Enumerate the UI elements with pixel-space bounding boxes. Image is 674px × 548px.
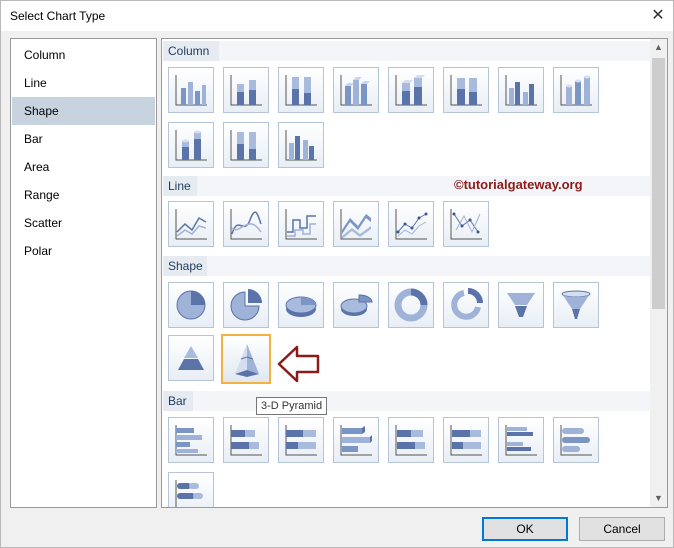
column-chart-icon[interactable]: [168, 67, 214, 113]
section-header-shape: Shape: [163, 256, 651, 276]
3d-stacked-cylinder-bar-chart-icon[interactable]: [168, 472, 214, 507]
title-bar: Select Chart Type ✕: [1, 1, 673, 31]
3d-exploded-pie-chart-icon[interactable]: [333, 282, 379, 328]
scatter-with-lines-chart-icon[interactable]: [443, 201, 489, 247]
category-area[interactable]: Area: [12, 153, 155, 181]
section-label: Line: [168, 179, 191, 193]
stacked-column-chart-icon[interactable]: [223, 67, 269, 113]
pyramid-chart-icon[interactable]: [168, 335, 214, 381]
3d-clustered-cylinder-chart-icon[interactable]: [278, 122, 324, 168]
exploded-pie-chart-icon[interactable]: [223, 282, 269, 328]
watermark: ©tutorialgateway.org: [454, 177, 583, 192]
annotation-arrow-icon: [277, 345, 320, 383]
scroll-down-icon[interactable]: ▼: [650, 490, 667, 507]
doughnut-chart-icon[interactable]: [388, 282, 434, 328]
scroll-thumb[interactable]: [652, 58, 665, 309]
3d-stacked-cylinder-chart-icon[interactable]: [168, 122, 214, 168]
3d-stacked-column-chart-icon[interactable]: [388, 67, 434, 113]
stacked-bar-chart-icon[interactable]: [223, 417, 269, 463]
section-label: Bar: [168, 394, 187, 408]
funnel-chart-icon[interactable]: [498, 282, 544, 328]
category-shape[interactable]: Shape: [12, 97, 155, 125]
pie-chart-icon[interactable]: [168, 282, 214, 328]
ok-button[interactable]: OK: [482, 517, 568, 541]
100-stacked-bar-chart-icon[interactable]: [278, 417, 324, 463]
3d-100-stacked-bar-chart-icon[interactable]: [443, 417, 489, 463]
3d-column-chart-icon[interactable]: [333, 67, 379, 113]
smooth-line-chart-icon[interactable]: [223, 201, 269, 247]
3d-pie-chart-icon[interactable]: [278, 282, 324, 328]
stepped-line-chart-icon[interactable]: [278, 201, 324, 247]
section-label: Column: [168, 44, 210, 58]
3d-pyramid-chart-icon[interactable]: [221, 334, 271, 384]
bar-chart-icon[interactable]: [168, 417, 214, 463]
chart-type-gallery: Column Line Shape Bar: [161, 38, 668, 508]
3d-stacked-bar-chart-icon[interactable]: [388, 417, 434, 463]
tooltip: 3-D Pyramid: [256, 397, 328, 415]
category-scatter[interactable]: Scatter: [12, 209, 155, 237]
section-header-column: Column: [163, 41, 651, 61]
scroll-up-icon[interactable]: ▲: [650, 39, 667, 56]
3d-bar-chart-icon[interactable]: [333, 417, 379, 463]
exploded-doughnut-chart-icon[interactable]: [443, 282, 489, 328]
category-column[interactable]: Column: [12, 41, 155, 69]
section-label: Shape: [168, 259, 203, 273]
3d-funnel-chart-icon[interactable]: [553, 282, 599, 328]
gallery-scrollbar[interactable]: ▲ ▼: [650, 39, 667, 507]
3d-cylinder-chart-icon[interactable]: [553, 67, 599, 113]
3d-cylinder-bar-chart-icon[interactable]: [553, 417, 599, 463]
3d-clustered-column-chart-icon[interactable]: [498, 67, 544, 113]
line-chart-icon[interactable]: [168, 201, 214, 247]
select-chart-type-dialog: Select Chart Type ✕ Column Line Shape Ba…: [0, 0, 674, 548]
3d-100-stacked-column-chart-icon[interactable]: [443, 67, 489, 113]
category-range[interactable]: Range: [12, 181, 155, 209]
chart-category-list: Column Line Shape Bar Area Range Scatter…: [10, 38, 157, 508]
section-header-bar: Bar: [163, 391, 651, 411]
dialog-title: Select Chart Type: [10, 9, 106, 23]
3d-clustered-bar-chart-icon[interactable]: [498, 417, 544, 463]
line-with-markers-chart-icon[interactable]: [388, 201, 434, 247]
cancel-button[interactable]: Cancel: [579, 517, 665, 541]
3d-100-stacked-cylinder-chart-icon[interactable]: [223, 122, 269, 168]
category-bar[interactable]: Bar: [12, 125, 155, 153]
category-polar[interactable]: Polar: [12, 237, 155, 265]
3d-line-chart-icon[interactable]: [333, 201, 379, 247]
category-line[interactable]: Line: [12, 69, 155, 97]
close-icon[interactable]: ✕: [647, 5, 669, 27]
100-stacked-column-chart-icon[interactable]: [278, 67, 324, 113]
